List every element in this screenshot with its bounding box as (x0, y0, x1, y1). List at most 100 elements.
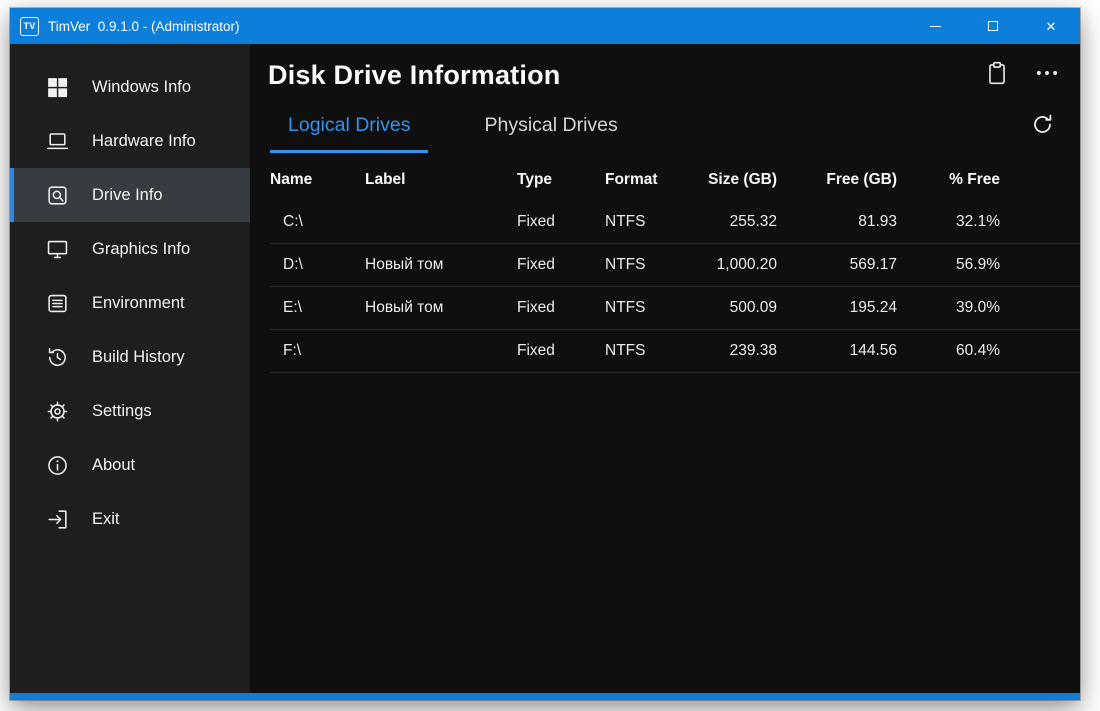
sidebar-item-exit[interactable]: Exit (10, 492, 250, 546)
table-row[interactable]: D:\Новый томFixedNTFS1,000.20569.1756.9% (270, 244, 1080, 287)
tab-bar-tabs: Logical Drives Physical Drives (270, 101, 636, 153)
maximize-icon (988, 21, 998, 31)
table-cell: F:\ (270, 342, 365, 360)
table-cell: 144.56 (777, 342, 897, 360)
table-cell: Fixed (517, 256, 605, 274)
table-body: C:\FixedNTFS255.3281.9332.1%D:\Новый том… (270, 201, 1080, 373)
table-row[interactable]: F:\ FixedNTFS239.38144.5660.4% (270, 330, 1080, 373)
sidebar-item-label: Settings (92, 402, 152, 421)
table-cell: 56.9% (897, 256, 1000, 274)
sidebar-item-settings[interactable]: Settings (10, 384, 250, 438)
selection-accent (10, 330, 14, 384)
table-cell: NTFS (605, 299, 689, 317)
close-icon: ✕ (1046, 20, 1057, 33)
table-cell: 1,000.20 (689, 256, 777, 274)
app-window: TV TimVer 0.9.1.0 - (Administrator) ✕ Wi… (10, 8, 1080, 700)
table-cell: 255.32 (689, 213, 777, 231)
gear-icon (44, 398, 70, 424)
selection-accent (10, 114, 14, 168)
tab-physical-drives[interactable]: Physical Drives (466, 101, 635, 153)
sidebar-item-label: Environment (92, 294, 185, 313)
table-cell: 60.4% (897, 342, 1000, 360)
titlebar[interactable]: TV TimVer 0.9.1.0 - (Administrator) ✕ (10, 8, 1080, 44)
selection-accent (10, 384, 14, 438)
more-options-button[interactable] (1032, 61, 1062, 91)
table-cell: 569.17 (777, 256, 897, 274)
clipboard-icon (984, 60, 1010, 91)
column-header[interactable]: Format (605, 171, 689, 189)
selection-accent (10, 60, 14, 114)
minimize-button[interactable] (906, 8, 964, 44)
minimize-icon (930, 26, 941, 27)
exit-icon (44, 506, 70, 532)
sidebar-item-label: Hardware Info (92, 132, 196, 151)
sidebar: Windows Info Hardware Info Drive Info Graph… (10, 44, 250, 693)
column-header[interactable]: Label (365, 171, 517, 189)
sidebar-item-label: About (92, 456, 135, 475)
monitor-icon (44, 236, 70, 262)
table-cell: Fixed (517, 299, 605, 317)
tab-bar: Logical Drives Physical Drives (250, 101, 1080, 153)
table-cell: 81.93 (777, 213, 897, 231)
refresh-icon (1030, 112, 1055, 142)
laptop-icon (44, 128, 70, 154)
drives-table: NameLabelTypeFormatSize (GB)Free (GB)% F… (250, 159, 1080, 373)
table-cell: E:\ (270, 299, 365, 317)
copy-to-clipboard-button[interactable] (982, 61, 1012, 91)
table-cell: Fixed (517, 342, 605, 360)
table-cell: NTFS (605, 213, 689, 231)
table-cell: 195.24 (777, 299, 897, 317)
window-title: TimVer 0.9.1.0 - (Administrator) (48, 19, 240, 34)
page-title: Disk Drive Information (268, 60, 962, 91)
sidebar-item-label: Build History (92, 348, 185, 367)
sidebar-item-drive-info[interactable]: Drive Info (10, 168, 250, 222)
column-header[interactable]: Type (517, 171, 605, 189)
selection-accent (10, 222, 14, 276)
selection-accent (10, 168, 14, 222)
table-cell: Fixed (517, 213, 605, 231)
close-button[interactable]: ✕ (1022, 8, 1080, 44)
table-cell: NTFS (605, 256, 689, 274)
table-row[interactable]: C:\FixedNTFS255.3281.9332.1% (270, 201, 1080, 244)
table-cell: 239.38 (689, 342, 777, 360)
sidebar-item-label: Exit (92, 510, 120, 529)
table-header-row: NameLabelTypeFormatSize (GB)Free (GB)% F… (270, 159, 1080, 201)
windows-icon (44, 74, 70, 100)
sidebar-item-label: Windows Info (92, 78, 191, 97)
app-icon: TV (20, 17, 39, 36)
maximize-button[interactable] (964, 8, 1022, 44)
selection-accent (10, 276, 14, 330)
column-header[interactable]: Free (GB) (777, 171, 897, 189)
table-cell: D:\ (270, 256, 365, 274)
table-cell: Новый том (365, 299, 517, 317)
main-content: Disk Drive Information (250, 44, 1080, 693)
sidebar-item-build-history[interactable]: Build History (10, 330, 250, 384)
sidebar-item-environment[interactable]: Environment (10, 276, 250, 330)
refresh-button[interactable] (1026, 111, 1058, 143)
tab-label: Physical Drives (484, 114, 617, 137)
sidebar-item-label: Graphics Info (92, 240, 190, 259)
table-cell: 32.1% (897, 213, 1000, 231)
sidebar-item-about[interactable]: About (10, 438, 250, 492)
ellipsis-icon (1034, 60, 1060, 91)
table-row[interactable]: E:\Новый томFixedNTFS500.09195.2439.0% (270, 287, 1080, 330)
sidebar-item-label: Drive Info (92, 186, 163, 205)
column-header[interactable]: % Free (897, 171, 1000, 189)
table-cell: 39.0% (897, 299, 1000, 317)
tab-logical-drives[interactable]: Logical Drives (270, 101, 428, 153)
list-icon (44, 290, 70, 316)
sidebar-item-windows-info[interactable]: Windows Info (10, 60, 250, 114)
selection-accent (10, 492, 14, 546)
tab-label: Logical Drives (288, 114, 410, 137)
sidebar-item-hardware-info[interactable]: Hardware Info (10, 114, 250, 168)
column-header[interactable]: Size (GB) (689, 171, 777, 189)
column-header[interactable]: Name (270, 171, 365, 189)
selection-accent (10, 438, 14, 492)
table-cell: 500.09 (689, 299, 777, 317)
window-bottom-accent (10, 693, 1080, 700)
history-icon (44, 344, 70, 370)
table-cell: NTFS (605, 342, 689, 360)
info-icon (44, 452, 70, 478)
hard-drive-icon (44, 182, 70, 208)
sidebar-item-graphics-info[interactable]: Graphics Info (10, 222, 250, 276)
